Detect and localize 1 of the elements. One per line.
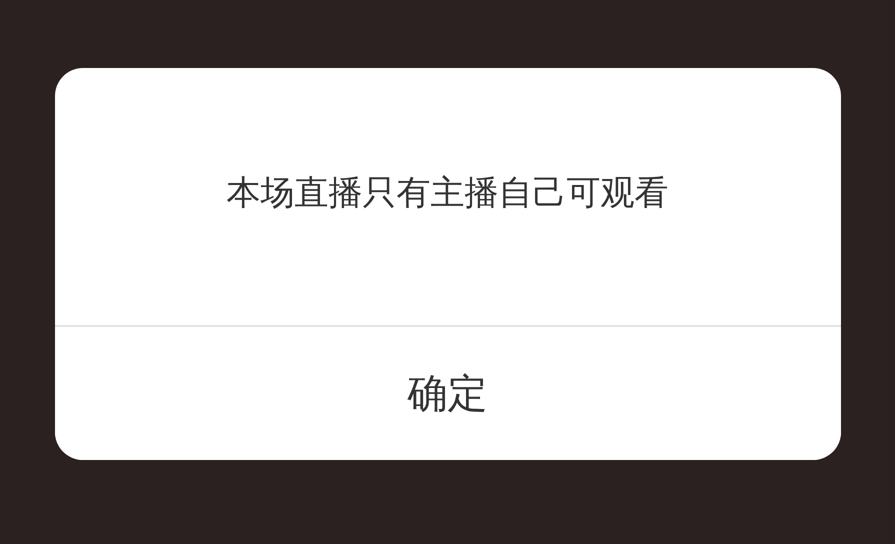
dialog-message: 本场直播只有主播自己可观看 (226, 173, 668, 214)
